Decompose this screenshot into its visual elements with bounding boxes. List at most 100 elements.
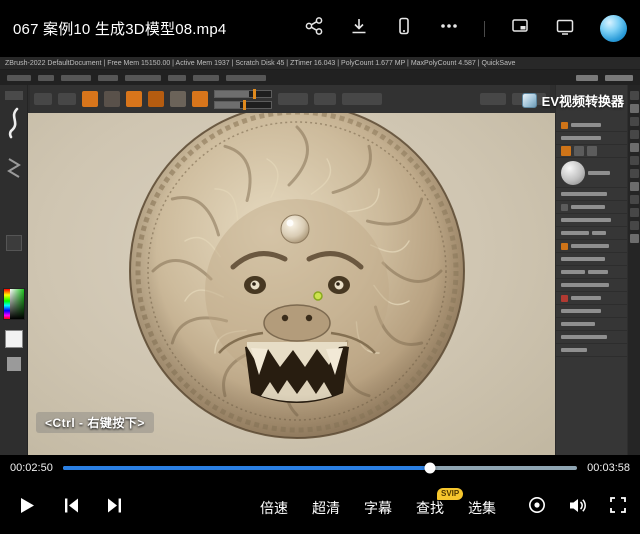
panel-row — [556, 201, 627, 214]
ui-chip — [587, 146, 597, 156]
volume-icon[interactable] — [567, 495, 588, 521]
ui-chip — [226, 75, 266, 81]
alpha-tool-icon — [126, 91, 142, 107]
tray-icon — [630, 156, 639, 165]
ui-chip — [125, 75, 161, 81]
ui-chip — [571, 205, 605, 209]
ui-chip — [561, 218, 611, 222]
ui-chip — [576, 75, 598, 81]
ui-chip — [561, 122, 568, 129]
dragon-medallion-sculpture — [127, 113, 467, 441]
panel-row — [556, 214, 627, 227]
texture-tool-icon — [148, 91, 164, 107]
ui-chip — [61, 75, 91, 81]
speed-button[interactable]: 倍速 — [260, 498, 288, 518]
right-controls — [527, 495, 628, 521]
video-title: 067 案例10 生成3D模型08.mp4 — [13, 18, 226, 39]
ui-chip — [574, 146, 584, 156]
material-sphere-thumbnail — [561, 161, 585, 185]
previous-button[interactable] — [61, 495, 81, 521]
ui-chip — [571, 296, 601, 300]
ui-chip — [561, 270, 585, 274]
ui-chip — [278, 93, 308, 105]
phone-icon[interactable] — [394, 16, 414, 41]
saturation-value-area — [10, 289, 24, 319]
find-button[interactable]: 查找 SVIP — [416, 498, 444, 518]
download-icon[interactable] — [349, 16, 369, 41]
share-icon[interactable] — [304, 16, 324, 41]
tray-icon — [630, 104, 639, 113]
ui-chip — [314, 93, 336, 105]
ui-chip — [168, 75, 186, 81]
tray-icon — [630, 195, 639, 204]
zbrush-top-shelf — [30, 85, 550, 113]
ui-chip — [58, 93, 76, 105]
feature-buttons: 倍速 超清 字幕 查找 SVIP 选集 — [260, 498, 496, 518]
ui-chip — [571, 123, 601, 127]
ui-chip — [561, 322, 595, 326]
play-button[interactable] — [16, 495, 37, 521]
ui-chip — [342, 93, 382, 105]
ui-chip — [193, 75, 219, 81]
user-avatar[interactable] — [600, 15, 627, 42]
zbrush-right-panel — [555, 85, 627, 455]
ui-chip — [588, 270, 608, 274]
tray-icon — [630, 130, 639, 139]
video-frame[interactable]: ZBrush-2022 DefaultDocument | Free Mem 1… — [0, 57, 640, 455]
tray-icon — [630, 234, 639, 243]
svip-badge: SVIP — [437, 488, 463, 500]
titlebar-actions — [304, 15, 627, 42]
watermark: EV视频转换器 — [522, 91, 624, 110]
panel-row — [556, 253, 627, 266]
stroke-tool-icon — [104, 91, 120, 107]
ui-chip — [7, 75, 31, 81]
panel-row — [556, 240, 627, 253]
ui-chip — [561, 257, 605, 261]
ui-chip — [571, 244, 609, 248]
material-tool-icon — [170, 91, 186, 107]
ui-chip — [5, 91, 23, 100]
next-button[interactable] — [105, 495, 125, 521]
quality-button[interactable]: 超清 — [312, 498, 340, 518]
ui-chip — [34, 93, 52, 105]
theater-mode-icon[interactable] — [555, 16, 575, 41]
panel-row — [556, 344, 627, 357]
progress-bar[interactable] — [63, 466, 577, 470]
stroke-path-icon — [6, 157, 22, 184]
converter-logo-icon — [522, 93, 537, 108]
ui-chip — [561, 243, 568, 250]
watermark-text: EV视频转换器 — [542, 91, 624, 110]
shortcut-hint-overlay: <Ctrl - 右键按下> — [36, 412, 154, 433]
panel-row — [556, 266, 627, 279]
zbrush-menubar — [0, 70, 640, 85]
fullscreen-icon[interactable] — [608, 495, 628, 520]
episodes-button[interactable]: 选集 — [468, 498, 496, 518]
ui-chip — [98, 75, 118, 81]
zbrush-status-text: ZBrush-2022 DefaultDocument | Free Mem 1… — [5, 60, 515, 67]
subtitles-button[interactable]: 字幕 — [364, 498, 392, 518]
controls-row: 倍速 超清 字幕 查找 SVIP 选集 — [0, 481, 640, 534]
zbrush-canvas: <Ctrl - 右键按下> — [28, 113, 555, 455]
ui-chip — [480, 93, 506, 105]
color-picker — [3, 288, 25, 320]
ui-chip — [588, 171, 610, 175]
screenshot-icon[interactable] — [510, 16, 530, 41]
tray-icon — [630, 143, 639, 152]
tray-icon — [630, 182, 639, 191]
brush-tool-icon — [82, 91, 98, 107]
progress-knob[interactable] — [425, 463, 436, 474]
video-player-window: 067 案例10 生成3D模型08.mp4 — [0, 0, 640, 534]
more-icon[interactable] — [439, 16, 459, 41]
ui-chip — [561, 231, 589, 235]
alpha-slot — [6, 235, 22, 251]
tray-icon — [630, 208, 639, 217]
z-intensity-slider — [214, 101, 272, 109]
sculpt-brush-icon — [5, 107, 23, 144]
zbrush-right-tray — [628, 85, 640, 455]
record-icon[interactable] — [527, 495, 547, 520]
tray-icon — [630, 91, 639, 100]
current-time: 00:02:50 — [10, 462, 53, 474]
panel-row — [556, 331, 627, 344]
tray-icon — [630, 169, 639, 178]
ui-chip — [592, 231, 606, 235]
